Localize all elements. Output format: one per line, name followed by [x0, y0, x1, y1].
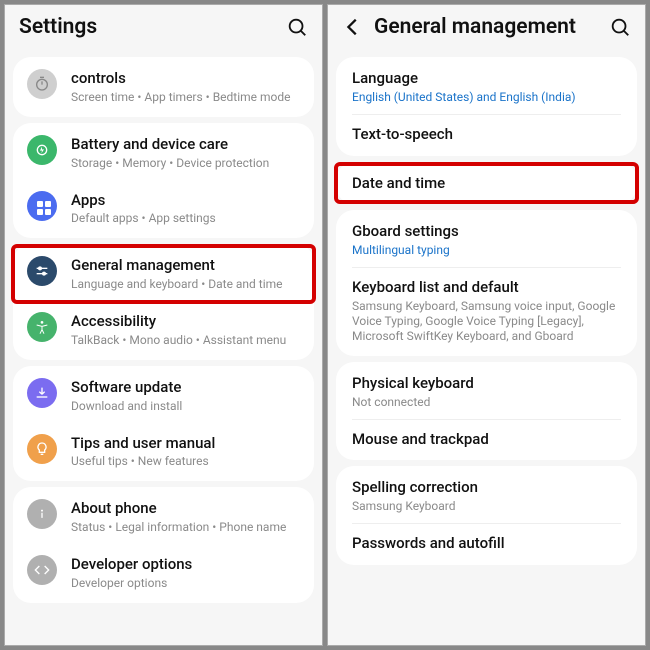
accessibility-icon — [27, 312, 57, 342]
gm-header: General management — [328, 5, 645, 51]
row-subtitle: Multilingual typing — [352, 243, 623, 258]
gm-row-date-and-time[interactable]: Date and time — [336, 164, 637, 203]
settings-row-apps[interactable]: AppsDefault apps • App settings — [13, 181, 314, 237]
apps-icon — [27, 191, 57, 221]
row-subtitle: Status • Legal information • Phone name — [71, 520, 300, 535]
sliders-icon — [27, 256, 57, 286]
gm-row-text-to-speech[interactable]: Text-to-speech — [336, 115, 637, 154]
row-title: Spelling correction — [352, 478, 623, 497]
battery-icon — [27, 135, 57, 165]
row-title: controls — [71, 69, 300, 88]
search-icon[interactable] — [609, 16, 631, 38]
row-subtitle: TalkBack • Mono audio • Assistant menu — [71, 333, 300, 348]
row-title: Mouse and trackpad — [352, 430, 623, 449]
row-subtitle: Storage • Memory • Device protection — [71, 156, 300, 171]
row-title: Text-to-speech — [352, 125, 623, 144]
settings-panel: Settings controls Screen time • App timer… — [4, 4, 323, 646]
gm-row-language[interactable]: Language English (United States) and Engl… — [336, 59, 637, 115]
row-title: Gboard settings — [352, 222, 623, 241]
row-subtitle: Download and install — [71, 399, 300, 414]
update-icon — [27, 378, 57, 408]
row-subtitle: Useful tips • New features — [71, 454, 300, 469]
settings-row-developer-options[interactable]: Developer options Developer options — [13, 545, 314, 601]
row-subtitle: Samsung Keyboard, Samsung voice input, G… — [352, 299, 623, 344]
row-subtitle: Not connected — [352, 395, 623, 410]
gm-row-gboard-settings[interactable]: Gboard settings Multilingual typing — [336, 212, 637, 268]
settings-row-controls[interactable]: controls Screen time • App timers • Bedti… — [13, 59, 314, 115]
general-management-panel: General management Language English (Unit… — [327, 4, 646, 646]
row-title: General management — [71, 256, 300, 275]
row-subtitle: Samsung Keyboard — [352, 499, 623, 514]
settings-row-software-update[interactable]: Software update Download and install — [13, 368, 314, 424]
row-title: Keyboard list and default — [352, 278, 623, 297]
row-title: About phone — [71, 499, 300, 518]
settings-row-about-phone[interactable]: About phone Status • Legal information • … — [13, 489, 314, 545]
gm-row-spelling-correction[interactable]: Spelling correction Samsung Keyboard — [336, 468, 637, 524]
dev-icon — [27, 555, 57, 585]
page-title: Settings — [19, 15, 286, 39]
row-title: Language — [352, 69, 623, 88]
page-title: General management — [374, 15, 609, 39]
row-subtitle: Screen time • App timers • Bedtime mode — [71, 90, 300, 105]
gm-row-keyboard-list-and-default[interactable]: Keyboard list and default Samsung Keyboar… — [336, 268, 637, 354]
settings-row-tips-and-user-manual[interactable]: Tips and user manualUseful tips • New fe… — [13, 424, 314, 480]
timer-icon — [27, 69, 57, 99]
back-icon[interactable] — [342, 16, 364, 38]
row-subtitle: Developer options — [71, 576, 300, 591]
row-subtitle: Language and keyboard • Date and time — [71, 277, 300, 292]
gm-row-physical-keyboard[interactable]: Physical keyboard Not connected — [336, 364, 637, 420]
tips-icon — [27, 434, 57, 464]
settings-header: Settings — [5, 5, 322, 51]
row-subtitle: Default apps • App settings — [71, 211, 300, 226]
search-icon[interactable] — [286, 16, 308, 38]
settings-row-battery-and-device-care[interactable]: Battery and device care Storage • Memory … — [13, 125, 314, 181]
row-title: Date and time — [352, 174, 623, 193]
row-title: Physical keyboard — [352, 374, 623, 393]
row-title: Tips and user manual — [71, 434, 300, 453]
settings-row-general-management[interactable]: General management Language and keyboard … — [13, 246, 314, 302]
row-title: Software update — [71, 378, 300, 397]
gm-row-passwords-and-autofill[interactable]: Passwords and autofill — [336, 524, 637, 563]
settings-row-accessibility[interactable]: Accessibility TalkBack • Mono audio • Ass… — [13, 302, 314, 358]
row-title: Developer options — [71, 555, 300, 574]
row-title: Accessibility — [71, 312, 300, 331]
gm-row-mouse-and-trackpad[interactable]: Mouse and trackpad — [336, 420, 637, 459]
row-subtitle: English (United States) and English (Ind… — [352, 90, 623, 105]
row-title: Battery and device care — [71, 135, 300, 154]
info-icon — [27, 499, 57, 529]
row-title: Apps — [71, 191, 300, 210]
row-title: Passwords and autofill — [352, 534, 623, 553]
